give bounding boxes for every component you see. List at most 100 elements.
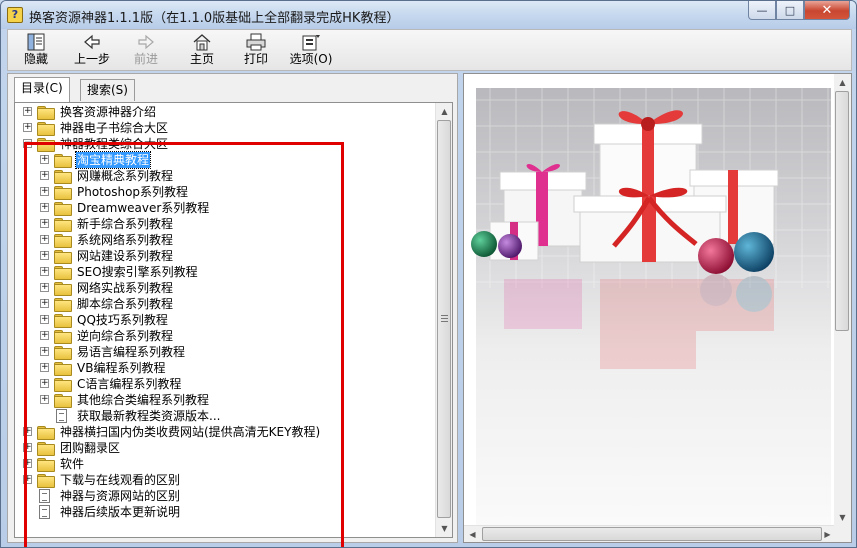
hide-pane-icon — [27, 33, 45, 51]
tree-item-label[interactable]: Dreamweaver系列教程 — [76, 200, 210, 216]
expand-plus-icon[interactable]: + — [40, 347, 49, 356]
options-button[interactable]: 选项(O) — [288, 32, 334, 70]
print-label: 打印 — [243, 52, 268, 66]
tree-vertical-scrollbar[interactable]: ▲ ▼ — [435, 103, 452, 537]
content-vertical-scrollbar[interactable]: ▲ ▼ — [834, 74, 851, 526]
expand-plus-icon[interactable]: + — [23, 107, 32, 116]
expand-plus-icon[interactable]: + — [40, 331, 49, 340]
expand-plus-icon[interactable]: + — [23, 427, 32, 436]
expand-plus-icon[interactable]: + — [23, 475, 32, 484]
expand-plus-icon[interactable]: + — [40, 251, 49, 260]
expand-plus-icon[interactable]: + — [40, 171, 49, 180]
arrow-left-icon — [84, 34, 100, 50]
expand-plus-icon[interactable]: + — [40, 299, 49, 308]
tree-item-label[interactable]: 其他综合类编程系列教程 — [76, 392, 210, 408]
tree-item-label[interactable]: 神器教程类综合大区 — [59, 136, 169, 152]
tree-item-label[interactable]: 团购翻录区 — [59, 440, 121, 456]
folder-icon — [54, 202, 72, 216]
forward-label: 前进 — [133, 52, 158, 66]
toolbar: 隐藏 上一步 前进 主页 打印 选项(O) — [7, 29, 852, 71]
scroll-down-arrow-icon[interactable]: ▼ — [834, 509, 851, 526]
expand-plus-icon[interactable]: + — [23, 459, 32, 468]
scroll-left-arrow-icon[interactable]: ◀ — [464, 526, 481, 542]
collapse-minus-icon[interactable]: − — [23, 139, 32, 148]
folder-icon — [54, 330, 72, 344]
scroll-up-arrow-icon[interactable]: ▲ — [436, 103, 452, 120]
folder-icon — [54, 154, 72, 168]
maximize-button[interactable]: □ — [776, 1, 804, 20]
expand-plus-icon[interactable]: + — [40, 219, 49, 228]
tree-item-label[interactable]: 新手综合系列教程 — [76, 216, 174, 232]
expand-plus-icon[interactable]: + — [40, 235, 49, 244]
folder-icon — [54, 394, 72, 408]
scroll-grip-line — [441, 321, 448, 322]
expand-plus-icon[interactable]: + — [40, 379, 49, 388]
expand-plus-icon[interactable]: + — [40, 363, 49, 372]
content-horizontal-scrollbar[interactable]: ◀ ▶ — [464, 525, 836, 542]
back-label: 上一步 — [73, 52, 110, 66]
folder-icon — [37, 426, 55, 440]
title-bar[interactable]: ? 换客资源神器1.1.1版（在1.1.0版基础上全部翻录完成HK教程） — □… — [1, 1, 856, 29]
tree-scroll-thumb[interactable] — [437, 120, 451, 518]
scroll-up-arrow-icon[interactable]: ▲ — [834, 74, 851, 91]
tree-item-label[interactable]: 神器后续版本更新说明 — [59, 504, 181, 520]
tree-item-label[interactable]: 淘宝精典教程 — [74, 151, 152, 169]
tree-item-label[interactable]: 易语言编程系列教程 — [76, 344, 186, 360]
tab-contents-label: 目录(C) — [21, 81, 63, 95]
expand-plus-icon[interactable]: + — [40, 267, 49, 276]
print-button[interactable]: 打印 — [238, 32, 274, 70]
tree-item-label[interactable]: 系统网络系列教程 — [76, 232, 174, 248]
minimize-button[interactable]: — — [748, 1, 776, 20]
folder-icon — [54, 298, 72, 312]
tree-item-label[interactable]: 神器横扫国内伪类收费网站(提供高清无KEY教程) — [59, 424, 321, 440]
expand-plus-icon[interactable]: + — [40, 187, 49, 196]
content-pane: ▲ ▼ ◀ ▶ — [463, 73, 852, 543]
tree-item-label[interactable]: 换客资源神器介绍 — [59, 104, 157, 120]
back-button[interactable]: 上一步 — [68, 32, 116, 70]
tree-item-label[interactable]: 获取最新教程类资源版本... — [76, 408, 221, 424]
folder-icon — [54, 234, 72, 248]
home-button[interactable]: 主页 — [184, 32, 220, 70]
tree-item-label[interactable]: 网络实战系列教程 — [76, 280, 174, 296]
forward-button[interactable]: 前进 — [128, 32, 164, 70]
tab-search[interactable]: 搜索(S) — [80, 79, 135, 101]
tree-item-label[interactable]: 神器电子书综合大区 — [59, 120, 169, 136]
tree-item-label[interactable]: C语言编程系列教程 — [76, 376, 182, 392]
expand-plus-icon[interactable]: + — [40, 155, 49, 164]
tree-item-label[interactable]: 下载与在线观看的区别 — [59, 472, 181, 488]
tree-item-label[interactable]: QQ技巧系列教程 — [76, 312, 169, 328]
expand-plus-icon[interactable]: + — [23, 443, 32, 452]
tree-item-label[interactable]: Photoshop系列教程 — [76, 184, 189, 200]
tree-item-label[interactable]: 网站建设系列教程 — [76, 248, 174, 264]
tree-item-label[interactable]: 逆向综合系列教程 — [76, 328, 174, 344]
expand-plus-icon[interactable]: + — [40, 395, 49, 404]
folder-icon — [37, 442, 55, 456]
tree-item-label[interactable]: 脚本综合系列教程 — [76, 296, 174, 312]
content-scroll-thumb[interactable] — [835, 91, 849, 331]
expand-plus-icon[interactable]: + — [23, 123, 32, 132]
arrow-right-icon — [138, 34, 154, 50]
tree-item-label[interactable]: SEO搜索引擎系列教程 — [76, 264, 199, 280]
tree-item-label[interactable]: 神器与资源网站的区别 — [59, 488, 181, 504]
tree-item-label[interactable]: 软件 — [59, 456, 85, 472]
tab-contents[interactable]: 目录(C) — [14, 77, 70, 102]
tree-item-label[interactable]: 网赚概念系列教程 — [76, 168, 174, 184]
hide-button[interactable]: 隐藏 — [16, 32, 56, 70]
expand-plus-icon[interactable]: + — [40, 283, 49, 292]
document-icon — [39, 505, 50, 519]
scroll-grip-line — [441, 315, 448, 316]
content-hscroll-thumb[interactable] — [482, 527, 822, 541]
folder-icon — [54, 170, 72, 184]
expand-plus-icon[interactable]: + — [40, 315, 49, 324]
expand-plus-icon[interactable]: + — [40, 203, 49, 212]
gift-boxes-image — [464, 74, 836, 526]
scroll-down-arrow-icon[interactable]: ▼ — [436, 520, 452, 537]
folder-icon — [54, 346, 72, 360]
folder-open-icon — [37, 138, 55, 152]
hide-label: 隐藏 — [23, 52, 48, 66]
close-button[interactable]: ✕ — [804, 1, 850, 20]
tree-item-label[interactable]: VB编程系列教程 — [76, 360, 166, 376]
printer-icon — [246, 33, 266, 51]
folder-icon — [54, 378, 72, 392]
contents-tree[interactable]: + 换客资源神器介绍 + 神器电子书综合大区 − 神器教程类综合大区 + 淘宝精典教程 + 网赚概… — [15, 103, 436, 537]
